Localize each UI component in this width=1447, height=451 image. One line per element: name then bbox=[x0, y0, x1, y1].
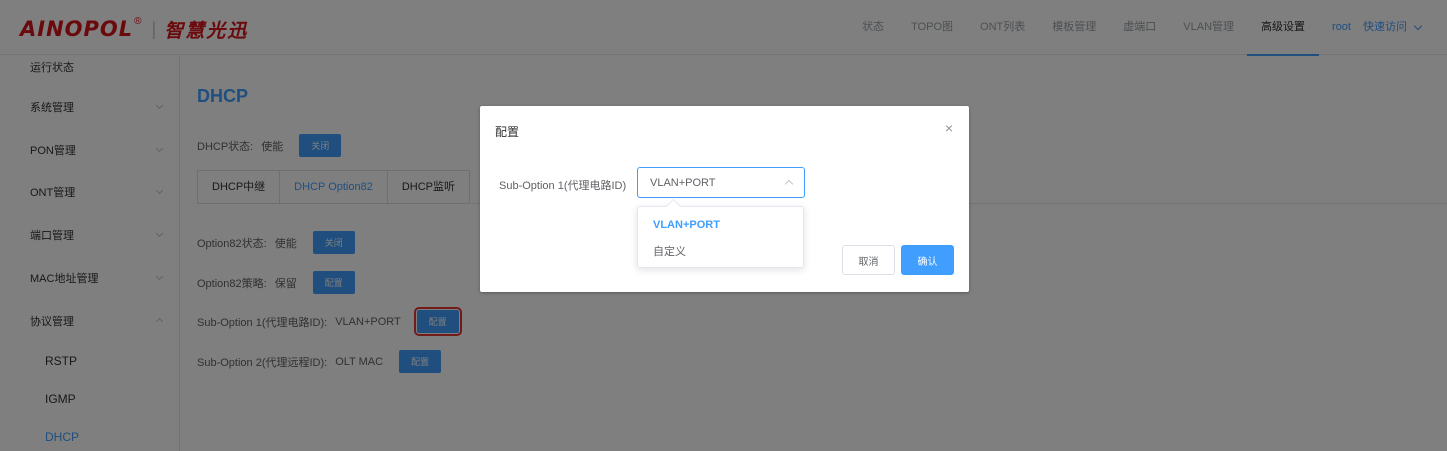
dropdown-option-custom[interactable]: 自定义 bbox=[638, 239, 803, 263]
confirm-button[interactable]: 确认 bbox=[901, 245, 954, 275]
close-icon[interactable]: × bbox=[945, 120, 953, 136]
dropdown-option-vlan-port[interactable]: VLAN+PORT bbox=[638, 213, 803, 237]
dialog-field-label: Sub-Option 1(代理电路ID) bbox=[499, 180, 627, 192]
cancel-button[interactable]: 取消 bbox=[842, 245, 895, 275]
select-value: VLAN+PORT bbox=[650, 176, 716, 189]
select-dropdown: VLAN+PORT 自定义 bbox=[637, 206, 804, 268]
dialog-title: 配置 bbox=[495, 125, 520, 139]
chevron-up-icon bbox=[784, 179, 794, 189]
sub-option1-select[interactable]: VLAN+PORT bbox=[637, 167, 805, 198]
